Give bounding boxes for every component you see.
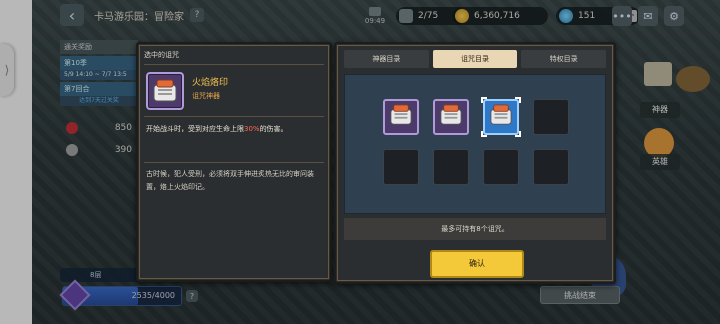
curse-lore: 古时候，犯人受刑，必须将双手伸进炙热无比的审问装置，烙上火焰印记。 (146, 170, 314, 191)
toaster-icon (153, 79, 177, 102)
empty-curse-slot[interactable] (383, 149, 419, 185)
curse-type: 诅咒神器 (192, 92, 220, 100)
effect-text-end: 的伤害。 (259, 125, 288, 133)
curse-slot[interactable] (383, 99, 419, 135)
effect-text: 开始战斗时，受到对应生命上限 (146, 125, 244, 133)
selection-corner (481, 131, 487, 137)
empty-curse-slot[interactable] (533, 99, 569, 135)
divider (144, 162, 324, 163)
empty-curse-slot[interactable] (483, 149, 519, 185)
curse-effect: 开始战斗时，受到对应生命上限30%的伤害。 (146, 124, 328, 135)
selection-corner (481, 97, 487, 103)
curse-name: 火焰烙印 (192, 78, 229, 88)
curse-slot[interactable] (481, 97, 521, 137)
toaster-icon (389, 104, 413, 130)
empty-curse-slot[interactable] (433, 149, 469, 185)
confirm-button[interactable]: 确认 (430, 250, 524, 278)
catalog-panel: 神器目录 诅咒目录 特权目录 最多可持有8个诅咒。 确认 (334, 42, 616, 284)
tab-curses[interactable]: 诅咒目录 (432, 50, 518, 68)
catalog-tabs: 神器目录 诅咒目录 特权目录 (344, 50, 607, 68)
empty-curse-slot[interactable] (533, 149, 569, 185)
selection-corner (515, 131, 521, 137)
divider (144, 64, 324, 65)
tab-privileges[interactable]: 特权目录 (521, 50, 607, 68)
selection-corner (515, 97, 521, 103)
divider (144, 116, 324, 117)
toaster-icon (489, 104, 513, 130)
selected-curse-panel: 选中的诅咒 火焰烙印 诅咒神器 开始战斗时，受到对应生命上限30%的伤害。 古时… (136, 42, 332, 282)
curse-slot[interactable] (433, 99, 469, 135)
tab-artifacts[interactable]: 神器目录 (344, 50, 429, 68)
curse-grid (344, 74, 606, 214)
effect-highlight: 30% (244, 125, 260, 133)
toaster-icon (439, 104, 463, 130)
capacity-note: 最多可持有8个诅咒。 (344, 218, 606, 240)
panel-header: 选中的诅咒 (144, 51, 179, 59)
curse-item-icon (146, 72, 184, 110)
